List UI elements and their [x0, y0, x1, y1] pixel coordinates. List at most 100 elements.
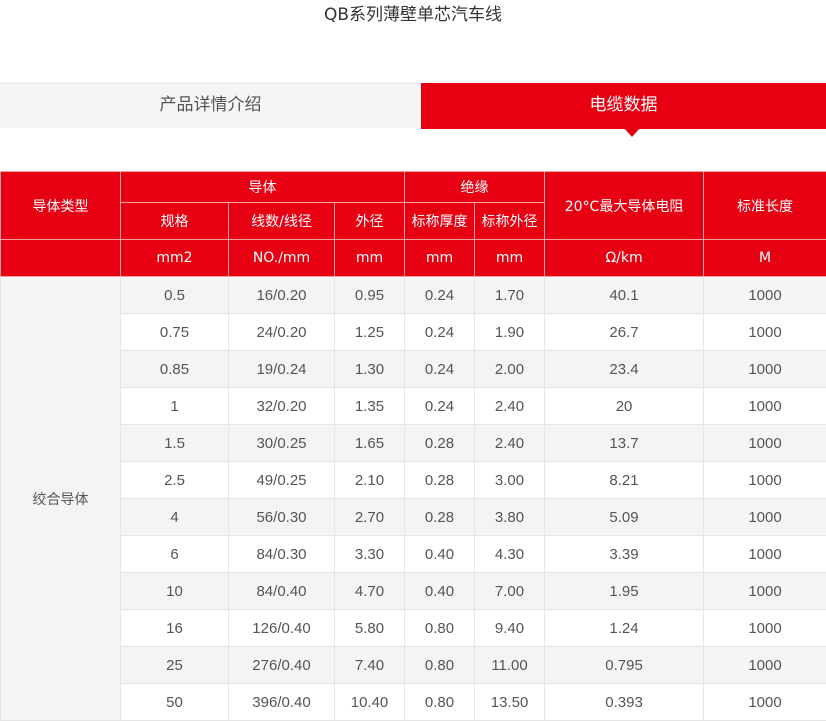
cell-outer-diameter: 2.70: [335, 499, 405, 536]
header-conductor-type: 导体类型: [1, 172, 121, 240]
tab-product-details[interactable]: 产品详情介绍: [0, 84, 421, 128]
cell-resistance: 8.21: [545, 462, 704, 499]
cell-spec: 0.75: [121, 314, 229, 351]
cell-outer-diameter: 10.40: [335, 684, 405, 721]
tab-bar: 产品详情介绍 电缆数据: [0, 83, 826, 128]
cell-nominal-outer-diameter: 9.40: [475, 610, 545, 647]
table-row: 1084/0.404.700.407.001.951000: [1, 573, 826, 610]
cell-conductor-type: 绞合导体: [1, 277, 121, 721]
table-row: 2.549/0.252.100.283.008.211000: [1, 462, 826, 499]
cell-resistance: 5.09: [545, 499, 704, 536]
cell-outer-diameter: 1.30: [335, 351, 405, 388]
cell-nominal-outer-diameter: 1.70: [475, 277, 545, 314]
header-conductor: 导体: [121, 172, 405, 203]
cell-strands: 30/0.25: [229, 425, 335, 462]
table-row: 绞合导体0.516/0.200.950.241.7040.11000: [1, 277, 826, 314]
cell-resistance: 40.1: [545, 277, 704, 314]
cell-strands: 84/0.30: [229, 536, 335, 573]
cell-nominal-thickness: 0.24: [405, 388, 475, 425]
cell-resistance: 23.4: [545, 351, 704, 388]
cell-resistance: 1.24: [545, 610, 704, 647]
cell-resistance: 0.393: [545, 684, 704, 721]
cell-nominal-thickness: 0.40: [405, 573, 475, 610]
cell-nominal-outer-diameter: 1.90: [475, 314, 545, 351]
cell-nominal-outer-diameter: 2.00: [475, 351, 545, 388]
cell-resistance: 20: [545, 388, 704, 425]
cell-outer-diameter: 2.10: [335, 462, 405, 499]
cell-nominal-thickness: 0.24: [405, 351, 475, 388]
cell-outer-diameter: 5.80: [335, 610, 405, 647]
cell-resistance: 1.95: [545, 573, 704, 610]
header-nominal-thickness: 标称厚度: [405, 203, 475, 240]
active-tab-indicator: [624, 128, 640, 137]
cell-nominal-thickness: 0.28: [405, 499, 475, 536]
cell-spec: 50: [121, 684, 229, 721]
cell-spec: 10: [121, 573, 229, 610]
cell-outer-diameter: 1.65: [335, 425, 405, 462]
unit-resistance: Ω/km: [545, 240, 704, 277]
cell-spec: 16: [121, 610, 229, 647]
cell-standard-length: 1000: [704, 573, 826, 610]
cell-strands: 32/0.20: [229, 388, 335, 425]
cell-strands: 84/0.40: [229, 573, 335, 610]
cell-nominal-outer-diameter: 2.40: [475, 425, 545, 462]
cell-strands: 276/0.40: [229, 647, 335, 684]
cell-nominal-thickness: 0.28: [405, 425, 475, 462]
cell-standard-length: 1000: [704, 314, 826, 351]
cell-standard-length: 1000: [704, 351, 826, 388]
cell-outer-diameter: 1.35: [335, 388, 405, 425]
cell-strands: 126/0.40: [229, 610, 335, 647]
cell-strands: 19/0.24: [229, 351, 335, 388]
table-row: 0.8519/0.241.300.242.0023.41000: [1, 351, 826, 388]
cell-nominal-outer-diameter: 4.30: [475, 536, 545, 573]
table-row: 456/0.302.700.283.805.091000: [1, 499, 826, 536]
cell-outer-diameter: 7.40: [335, 647, 405, 684]
table-row: 50396/0.4010.400.8013.500.3931000: [1, 684, 826, 721]
tab-cable-data[interactable]: 电缆数据: [421, 83, 826, 129]
cell-standard-length: 1000: [704, 536, 826, 573]
cell-nominal-thickness: 0.80: [405, 647, 475, 684]
table-row: 16126/0.405.800.809.401.241000: [1, 610, 826, 647]
cell-nominal-thickness: 0.40: [405, 536, 475, 573]
cell-nominal-thickness: 0.24: [405, 314, 475, 351]
table-row: 0.7524/0.201.250.241.9026.71000: [1, 314, 826, 351]
cable-spec-table: 导体类型 导体 绝缘 20°C最大导体电阻 标准长度 规格 线数/线径 外径 标…: [0, 171, 826, 721]
cell-standard-length: 1000: [704, 684, 826, 721]
cell-nominal-thickness: 0.80: [405, 684, 475, 721]
table-body: 绞合导体0.516/0.200.950.241.7040.110000.7524…: [1, 277, 826, 721]
cell-standard-length: 1000: [704, 388, 826, 425]
header-nominal-outer-diameter: 标称外径: [475, 203, 545, 240]
unit-spec: mm2: [121, 240, 229, 277]
page-title: QB系列薄壁单芯汽车线: [0, 4, 826, 26]
table-row: 132/0.201.350.242.40201000: [1, 388, 826, 425]
cell-spec: 25: [121, 647, 229, 684]
cell-outer-diameter: 0.95: [335, 277, 405, 314]
cell-nominal-thickness: 0.80: [405, 610, 475, 647]
table-row: 1.530/0.251.650.282.4013.71000: [1, 425, 826, 462]
cell-standard-length: 1000: [704, 462, 826, 499]
cell-spec: 2.5: [121, 462, 229, 499]
cell-strands: 396/0.40: [229, 684, 335, 721]
cell-standard-length: 1000: [704, 499, 826, 536]
cell-resistance: 13.7: [545, 425, 704, 462]
header-insulation: 绝缘: [405, 172, 545, 203]
cell-standard-length: 1000: [704, 277, 826, 314]
cell-nominal-outer-diameter: 7.00: [475, 573, 545, 610]
header-standard-length: 标准长度: [704, 172, 826, 240]
cell-spec: 1.5: [121, 425, 229, 462]
cell-spec: 6: [121, 536, 229, 573]
cell-outer-diameter: 3.30: [335, 536, 405, 573]
cell-strands: 24/0.20: [229, 314, 335, 351]
cell-spec: 1: [121, 388, 229, 425]
header-outer-diameter: 外径: [335, 203, 405, 240]
cell-nominal-outer-diameter: 3.80: [475, 499, 545, 536]
cell-spec: 0.5: [121, 277, 229, 314]
unit-conductor-type: [1, 240, 121, 277]
unit-outer-diameter: mm: [335, 240, 405, 277]
header-strands: 线数/线径: [229, 203, 335, 240]
cell-nominal-outer-diameter: 11.00: [475, 647, 545, 684]
cell-standard-length: 1000: [704, 425, 826, 462]
cell-spec: 4: [121, 499, 229, 536]
cell-strands: 56/0.30: [229, 499, 335, 536]
cell-nominal-outer-diameter: 3.00: [475, 462, 545, 499]
